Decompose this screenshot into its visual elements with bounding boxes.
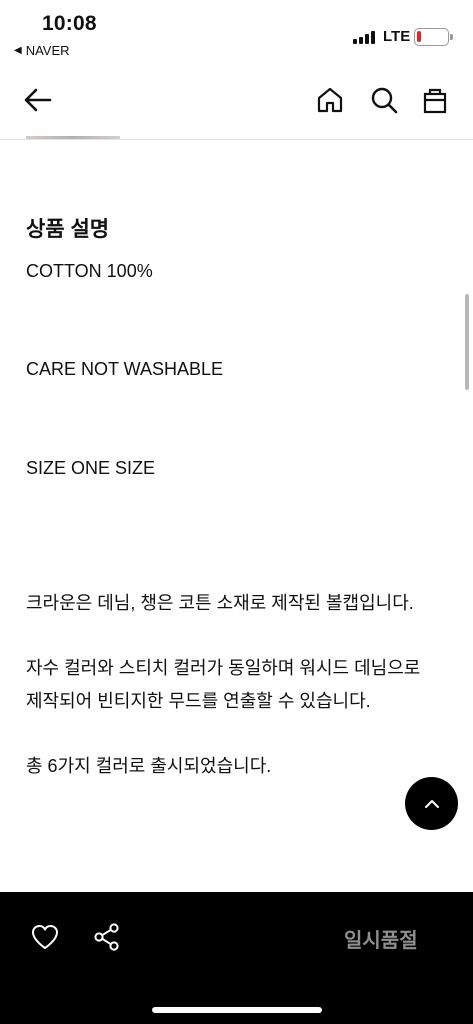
description-line: 총 6가지 컬러로 출시되었습니다. [26,756,272,776]
back-to-app-link[interactable]: ◀ NAVER [14,43,70,58]
soldout-button[interactable]: 일시품절 [344,924,418,953]
battery-icon [414,28,453,46]
network-type: LTE [383,28,411,45]
back-triangle-icon: ◀ [14,45,22,56]
scroll-to-top-button[interactable] [405,777,458,830]
description-line: 크라운은 데님, 챙은 코튼 소재로 제작된 볼캡입니다. [26,593,414,613]
description-line: 제작되어 빈티지한 무드를 연출할 수 있습니다. [26,691,371,711]
chevron-up-icon [424,799,439,808]
description-line: 자수 컬러와 스티치 컬러가 동일하며 워시드 데님으로 [26,658,421,678]
spec-size: SIZE ONE SIZE [26,458,156,478]
header-divider [0,139,473,140]
status-time: 10:08 [42,12,97,35]
status-bar: 10:08 ◀ NAVER LTE [0,0,473,64]
home-icon[interactable] [314,84,346,116]
spec-material: COTTON 100% [26,261,153,281]
search-icon[interactable] [368,84,400,116]
back-arrow-icon[interactable] [22,84,54,116]
section-title: 상품 설명 [26,218,110,241]
heart-icon[interactable] [30,922,60,952]
home-indicator[interactable] [152,1007,322,1013]
shopping-bag-icon[interactable] [419,84,451,116]
spec-care: CARE NOT WASHABLE [26,359,224,379]
scrollbar[interactable] [465,294,469,390]
top-nav [0,76,473,126]
signal-icon [353,31,375,44]
bottom-action-bar: 일시품절 [0,892,473,1024]
share-icon[interactable] [92,922,122,952]
back-app-label: NAVER [25,43,70,58]
